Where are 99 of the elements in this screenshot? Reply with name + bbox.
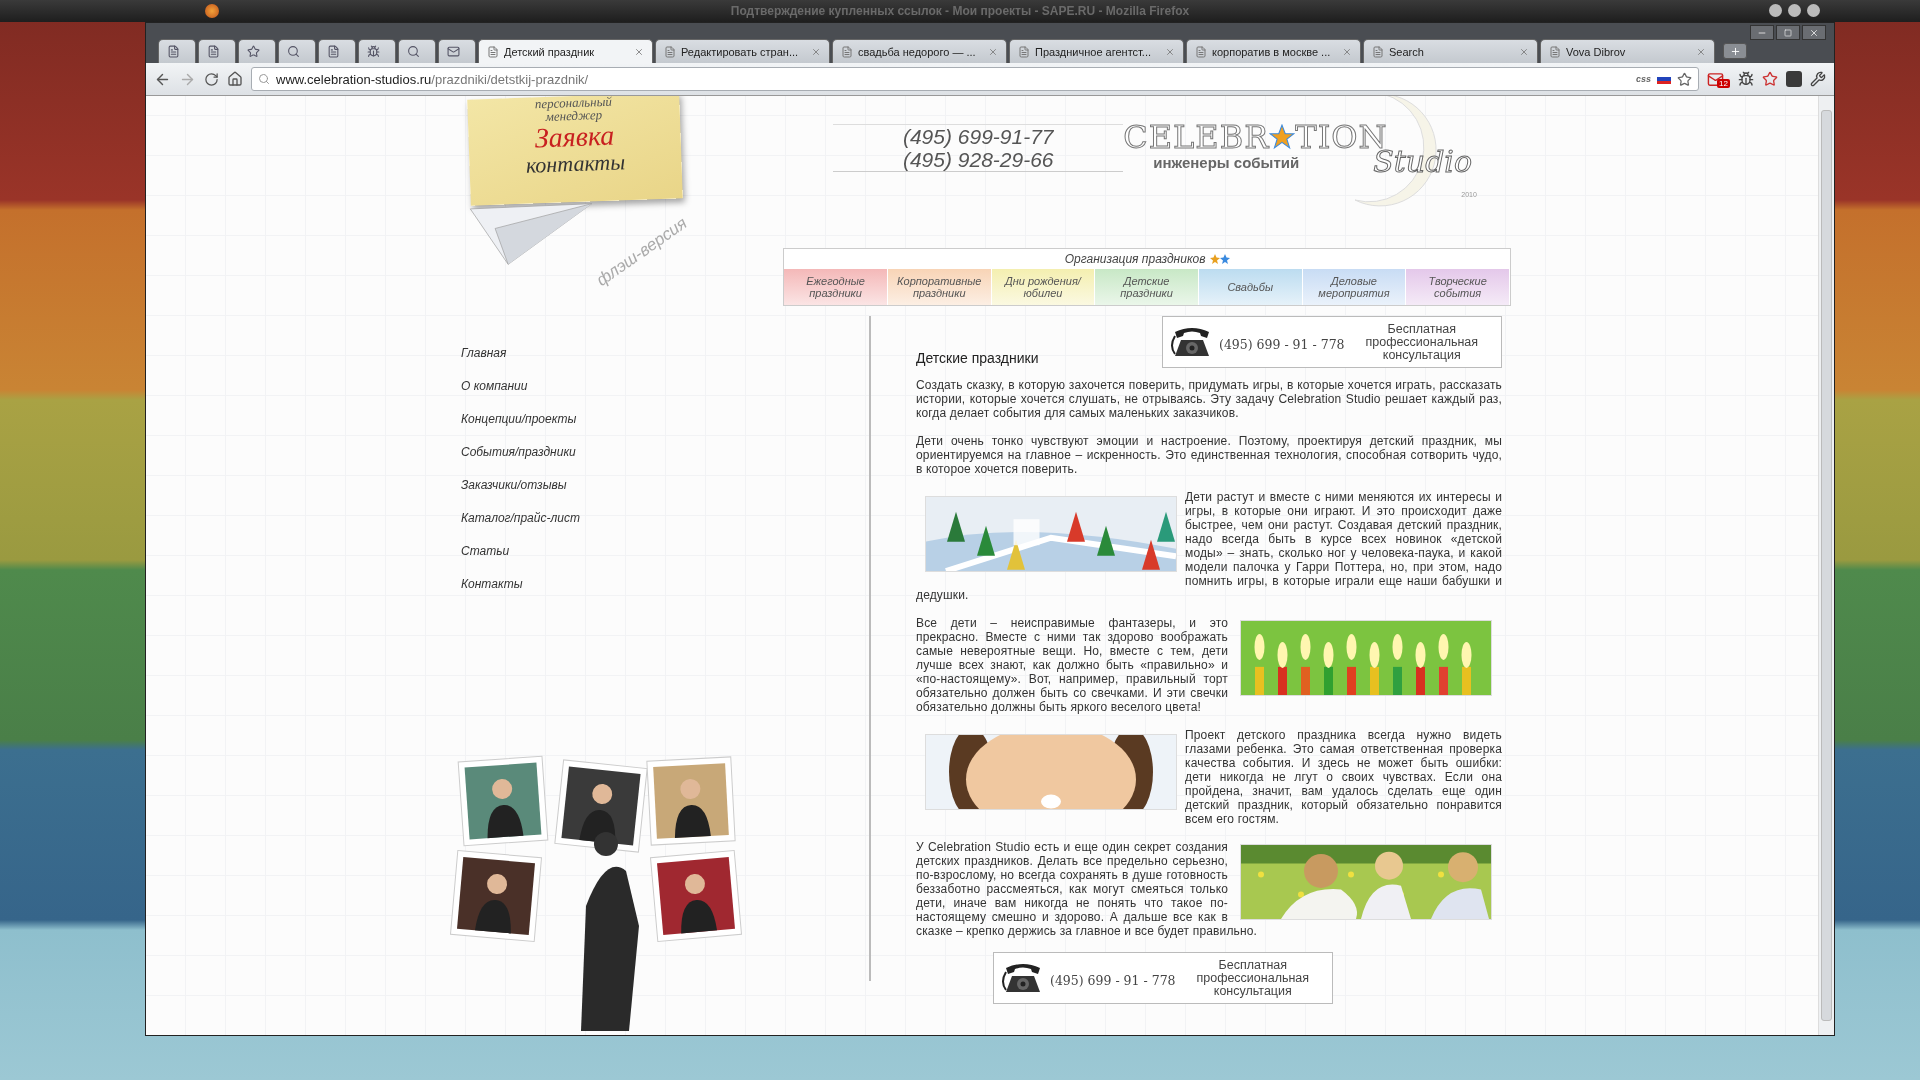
page-icon <box>664 45 676 58</box>
browser-tab[interactable]: Детский праздник <box>478 39 653 63</box>
search-icon <box>258 73 270 85</box>
menu-link[interactable]: Каталог/прайс-лист <box>461 511 869 526</box>
close-icon[interactable] <box>811 46 821 57</box>
css-label: css <box>1636 74 1652 84</box>
phone-number: (495) 699-91-77 <box>902 125 1054 148</box>
browser-tab[interactable]: корпоратив в москве ... <box>1186 39 1361 63</box>
consultation-banner[interactable]: (495) 699 - 91 - 778 Бесплатная профессиональная консультация <box>1162 316 1502 368</box>
phone-number: (495) 928-29-66 <box>902 148 1054 171</box>
menu-link[interactable]: Статьи <box>461 544 869 559</box>
category-title: Организация праздников <box>1064 252 1206 266</box>
paragraph: Дети очень тонко чувствуют эмоции и настроение. Поэтому, проектируя детский праздник, мы ориентируемся на главное – искренность. Это единственная технология, способная сотворить чудо, в которое хочется поверить. <box>916 434 1502 476</box>
close-icon[interactable] <box>634 46 644 57</box>
paragraph: У Celebration Studio есть и еще один секрет создания детских праздников. Делать все предельно серьезно, по-взрослому, но всегда сохранять в душе готовность беззаботно рассмеяться, как могут смеяться только дети, иначе вам никогда не понять что такое по-настоящему смешно и здорово. А дальше все как в сказке – крепко держись за главное и все будет правильно. <box>916 840 1502 938</box>
menu-link[interactable]: Контакты <box>461 577 869 592</box>
phone-number: (495) 699 - 91 - 778 <box>1050 972 1176 988</box>
contacts-link[interactable]: контакты <box>525 150 626 178</box>
pinned-tab[interactable] <box>238 39 276 63</box>
close-icon[interactable] <box>988 46 998 57</box>
square-icon <box>1786 71 1802 87</box>
pinned-tab[interactable] <box>438 39 476 63</box>
browser-tab[interactable]: Search <box>1363 39 1538 63</box>
close-icon[interactable] <box>1165 46 1175 57</box>
logo-text: CELEBR <box>1123 118 1270 156</box>
window-control-icon[interactable] <box>1788 4 1801 17</box>
close-icon[interactable] <box>1342 46 1352 57</box>
scrollbar[interactable] <box>1818 96 1834 1035</box>
stars-icon <box>1209 254 1230 264</box>
pinned-tab[interactable] <box>318 39 356 63</box>
firefox-icon <box>205 4 219 18</box>
page-icon <box>1195 45 1207 58</box>
consultation-banner[interactable]: (495) 699 - 91 - 778 Бесплатная профессиональная консультация <box>993 952 1333 1004</box>
category-link[interactable]: Свадьбы <box>1198 269 1303 305</box>
flag-icon <box>1657 74 1672 84</box>
browser-tab[interactable]: Праздничное агентст... <box>1009 39 1184 63</box>
category-link[interactable]: Дни рождения/ юбилеи <box>991 269 1096 305</box>
logo-tagline: инженеры событий <box>1153 154 1300 171</box>
page-icon <box>487 45 499 58</box>
menu-link[interactable]: Заказчики/отзывы <box>461 478 869 493</box>
close-icon <box>1809 27 1819 38</box>
menu-link[interactable]: Концепции/проекты <box>461 412 869 427</box>
pinned-tab[interactable] <box>358 39 396 63</box>
paragraph: Создать сказку, в которую захочется поверить, придумать игры, в которые хочется играть, рассказать истории, которые хочется слушать, не отрываясь. Эту задачу Celebration Studio решает каждый раз, когда делает события для самых маленьких заказчиков. <box>916 378 1502 420</box>
window-control-icon[interactable] <box>1769 4 1782 17</box>
close-icon[interactable] <box>1519 46 1529 57</box>
category-link[interactable]: Деловые мероприятия <box>1302 269 1407 305</box>
browser-tab[interactable]: Vova Dibrov <box>1540 39 1715 63</box>
star-icon <box>1269 124 1296 150</box>
paragraph: Дети растут и вместе с ними меняются их интересы и игры, в которые они играют. И это происходит даже быстрее, чем они растут. Создавая детский праздник, надо всегда быть в курсе всех новинок «детской моды» – знать, сколько ног у человека-паука, и какой модели палочка у Гарри Поттера, но, при этом, надо помнить игры, в которые играли еще наши бабушки и дедушки. <box>916 490 1502 602</box>
minimize-button[interactable] <box>1750 25 1774 40</box>
category-link[interactable]: Детские праздники <box>1095 269 1199 305</box>
paragraph: Проект детского праздника всегда нужно видеть глазами ребенка. Это самая ответственная проверка качества события. И здесь не может быть ошибки: дети никогда не лгут о своих чувствах. Если она пройдена, значит, вам удалось сделать еще один детский праздник, который обязательно понравится всем его гостям. <box>916 728 1502 826</box>
home-button[interactable] <box>227 71 243 87</box>
page-icon <box>1372 45 1384 58</box>
star-icon[interactable] <box>1677 71 1693 87</box>
mail-button[interactable]: 12 <box>1707 70 1730 88</box>
browser-tab[interactable]: свадьба недорого — ... <box>832 39 1007 63</box>
bug-icon <box>1738 71 1754 87</box>
menu-link[interactable]: О компании <box>461 379 869 394</box>
close-button[interactable] <box>1802 25 1826 40</box>
plus-icon <box>1729 45 1741 57</box>
star-icon <box>1762 71 1778 87</box>
page-heading: Детские праздники <box>916 350 1039 366</box>
menu-link[interactable]: События/праздники <box>461 445 869 460</box>
wrench-icon <box>1810 71 1826 87</box>
window-control-icon[interactable] <box>1807 4 1820 17</box>
maximize-icon <box>1784 28 1792 37</box>
close-icon[interactable] <box>1696 46 1706 57</box>
page-icon <box>1549 45 1561 58</box>
pinned-tab[interactable] <box>198 39 236 63</box>
category-link[interactable]: Корпоративные праздники <box>887 269 992 305</box>
home-icon <box>227 71 243 87</box>
settings-button[interactable] <box>1810 71 1826 87</box>
consultation-text: Бесплатная профессиональная консультация <box>1364 322 1480 362</box>
reload-button[interactable] <box>204 71 219 87</box>
new-tab-button[interactable] <box>1723 43 1747 59</box>
maximize-button[interactable] <box>1776 25 1800 40</box>
url-text: www.celebration-studios.ru/prazdniki/detstkij-prazdnik/ <box>276 71 589 87</box>
window-title: Подтверждение купленных ссылок - Мои проекты - SAPE.RU - Mozilla Firefox <box>730 4 1190 18</box>
consultation-text: Бесплатная профессиональная консультация <box>1195 958 1311 998</box>
browser-tab[interactable]: Редактировать стран... <box>655 39 830 63</box>
reload-icon <box>204 71 219 87</box>
paragraph: Все дети – неисправимые фантазеры, и это прекрасно. Вместе с ними так здорово воображать самые невероятные вещи. Но, вместе с тем, дети лучше всех знают, как должно быть «правильно» и «по-настоящему». Вот, например, правильный торт обязательно должен быть со свечками. И эти свечки обязательно должны быть яркого веселого цвета! <box>916 616 1502 714</box>
pinned-tab[interactable] <box>278 39 316 63</box>
pinned-tab[interactable] <box>398 39 436 63</box>
menu-link[interactable]: Главная <box>461 346 869 361</box>
pinned-tab[interactable] <box>158 39 196 63</box>
page-icon <box>1018 45 1030 58</box>
page-icon <box>841 45 853 58</box>
mail-count: 12 <box>1717 78 1730 88</box>
category-link[interactable]: Творческие события <box>1406 269 1510 305</box>
address-field[interactable]: www.celebration-studios.ru/prazdniki/detstkij-prazdnik/ css <box>251 67 1700 91</box>
phone-number: (495) 699 - 91 - 778 <box>1219 336 1345 352</box>
bug-button[interactable] <box>1738 71 1754 87</box>
note-caption: персональный менеджер <box>533 96 614 124</box>
extension-button[interactable] <box>1786 71 1802 87</box>
extension-button[interactable] <box>1762 71 1778 87</box>
category-link[interactable]: Ежегодные праздники <box>784 269 888 305</box>
